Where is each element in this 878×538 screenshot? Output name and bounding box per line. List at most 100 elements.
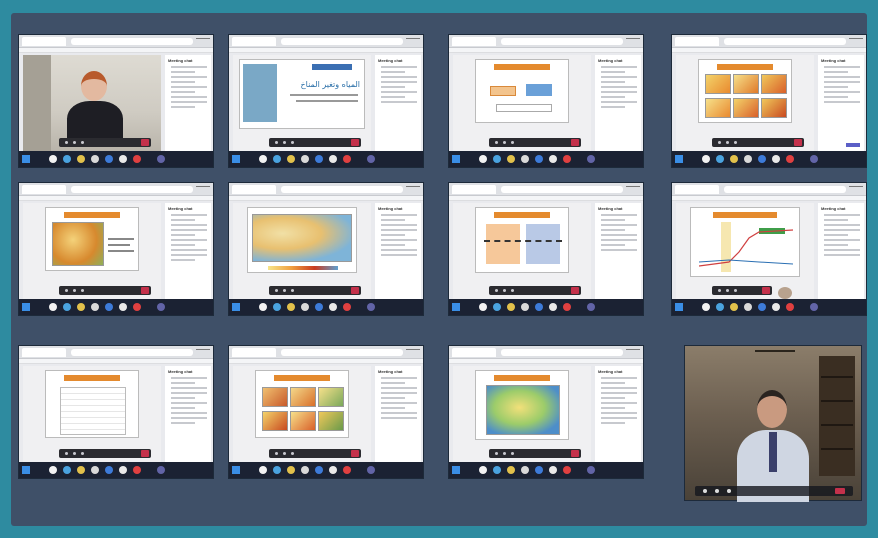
taskbar-app-icon[interactable] — [329, 155, 337, 163]
window-controls[interactable] — [626, 349, 640, 355]
share-icon[interactable] — [511, 452, 514, 455]
mic-icon[interactable] — [73, 289, 76, 292]
camera-icon[interactable] — [703, 489, 707, 493]
taskbar-app-icon[interactable] — [77, 155, 85, 163]
hangup-icon[interactable] — [351, 287, 359, 294]
browser-tab[interactable] — [22, 185, 66, 194]
window-controls[interactable] — [406, 38, 420, 44]
address-bar[interactable] — [724, 186, 846, 193]
address-bar[interactable] — [71, 349, 193, 356]
taskbar-app-icon[interactable] — [367, 466, 375, 474]
taskbar-app-icon[interactable] — [259, 155, 267, 163]
taskbar-app-icon[interactable] — [287, 155, 295, 163]
window-controls[interactable] — [196, 349, 210, 355]
taskbar-app-icon[interactable] — [63, 303, 71, 311]
taskbar-app-icon[interactable] — [301, 303, 309, 311]
taskbar-app-icon[interactable] — [91, 303, 99, 311]
browser-tab[interactable] — [452, 348, 496, 357]
window-controls[interactable] — [406, 186, 420, 192]
taskbar-app-icon[interactable] — [744, 155, 752, 163]
taskbar-app-icon[interactable] — [493, 155, 501, 163]
camera-icon[interactable] — [275, 289, 278, 292]
share-icon[interactable] — [734, 141, 737, 144]
mic-icon[interactable] — [73, 141, 76, 144]
taskbar-app-icon[interactable] — [507, 303, 515, 311]
mic-icon[interactable] — [283, 289, 286, 292]
share-icon[interactable] — [727, 489, 731, 493]
start-icon[interactable] — [232, 303, 240, 311]
taskbar-app-icon[interactable] — [63, 155, 71, 163]
taskbar-app-icon[interactable] — [157, 155, 165, 163]
taskbar-app-icon[interactable] — [63, 466, 71, 474]
taskbar-app-icon[interactable] — [535, 466, 543, 474]
address-bar[interactable] — [724, 38, 846, 45]
mic-icon[interactable] — [283, 141, 286, 144]
taskbar-app-icon[interactable] — [157, 466, 165, 474]
taskbar-app-icon[interactable] — [810, 303, 818, 311]
browser-tab[interactable] — [232, 185, 276, 194]
taskbar-app-icon[interactable] — [507, 466, 515, 474]
taskbar-app-icon[interactable] — [105, 466, 113, 474]
window-controls[interactable] — [196, 38, 210, 44]
taskbar-app-icon[interactable] — [259, 466, 267, 474]
share-icon[interactable] — [511, 289, 514, 292]
taskbar-app-icon[interactable] — [479, 466, 487, 474]
taskbar-app-icon[interactable] — [479, 303, 487, 311]
mic-icon[interactable] — [726, 141, 729, 144]
taskbar-app-icon[interactable] — [273, 155, 281, 163]
taskbar-app-icon[interactable] — [549, 466, 557, 474]
window-controls[interactable] — [849, 186, 863, 192]
taskbar-app-icon[interactable] — [521, 155, 529, 163]
share-icon[interactable] — [81, 452, 84, 455]
hangup-icon[interactable] — [835, 488, 845, 494]
camera-icon[interactable] — [495, 289, 498, 292]
taskbar-app-icon[interactable] — [549, 303, 557, 311]
taskbar-app-icon[interactable] — [521, 303, 529, 311]
taskbar-app-icon[interactable] — [77, 466, 85, 474]
taskbar-app-icon[interactable] — [730, 303, 738, 311]
taskbar-app-icon[interactable] — [507, 155, 515, 163]
start-icon[interactable] — [675, 303, 683, 311]
hangup-icon[interactable] — [351, 450, 359, 457]
address-bar[interactable] — [281, 349, 403, 356]
browser-tab[interactable] — [675, 185, 719, 194]
camera-icon[interactable] — [65, 141, 68, 144]
camera-icon[interactable] — [275, 452, 278, 455]
camera-icon[interactable] — [65, 289, 68, 292]
taskbar-app-icon[interactable] — [133, 466, 141, 474]
share-icon[interactable] — [291, 452, 294, 455]
hangup-icon[interactable] — [794, 139, 802, 146]
taskbar-app-icon[interactable] — [343, 303, 351, 311]
browser-tab[interactable] — [232, 37, 276, 46]
start-icon[interactable] — [232, 466, 240, 474]
address-bar[interactable] — [501, 349, 623, 356]
camera-icon[interactable] — [718, 289, 721, 292]
start-icon[interactable] — [22, 155, 30, 163]
start-icon[interactable] — [22, 466, 30, 474]
browser-tab[interactable] — [22, 37, 66, 46]
taskbar-app-icon[interactable] — [315, 155, 323, 163]
address-bar[interactable] — [71, 38, 193, 45]
taskbar-app-icon[interactable] — [730, 155, 738, 163]
address-bar[interactable] — [281, 38, 403, 45]
taskbar-app-icon[interactable] — [49, 155, 57, 163]
mic-icon[interactable] — [503, 452, 506, 455]
taskbar-app-icon[interactable] — [287, 466, 295, 474]
browser-tab[interactable] — [675, 37, 719, 46]
taskbar-app-icon[interactable] — [157, 303, 165, 311]
camera-icon[interactable] — [495, 141, 498, 144]
taskbar-app-icon[interactable] — [91, 466, 99, 474]
camera-icon[interactable] — [65, 452, 68, 455]
taskbar-app-icon[interactable] — [521, 466, 529, 474]
taskbar-app-icon[interactable] — [758, 155, 766, 163]
camera-icon[interactable] — [718, 141, 721, 144]
taskbar-app-icon[interactable] — [301, 155, 309, 163]
start-icon[interactable] — [232, 155, 240, 163]
taskbar-app-icon[interactable] — [535, 303, 543, 311]
hangup-icon[interactable] — [141, 139, 149, 146]
taskbar-app-icon[interactable] — [91, 155, 99, 163]
taskbar-app-icon[interactable] — [744, 303, 752, 311]
taskbar-app-icon[interactable] — [772, 303, 780, 311]
browser-tab[interactable] — [232, 348, 276, 357]
taskbar-app-icon[interactable] — [716, 303, 724, 311]
